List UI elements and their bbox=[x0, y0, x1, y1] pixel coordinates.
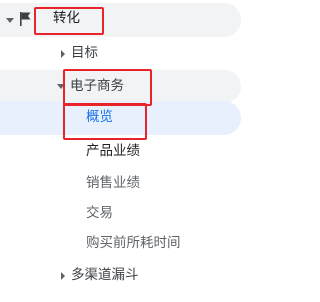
sidebar-item-label: 概览 bbox=[86, 109, 113, 125]
sidebar-item-label: 目标 bbox=[71, 45, 98, 61]
sidebar-item-label: 产品业绩 bbox=[86, 143, 140, 159]
sidebar-item-label: 转化 bbox=[53, 10, 80, 26]
sidebar-item-goals[interactable]: 目标 bbox=[0, 37, 248, 71]
sidebar-item-time-to-purchase[interactable]: 购买前所耗时间 bbox=[0, 227, 248, 261]
sidebar-item-label: 购买前所耗时间 bbox=[86, 235, 181, 251]
expand-arrow-icon bbox=[61, 50, 65, 58]
expand-arrow-icon bbox=[61, 272, 65, 280]
sidebar-item-label: 交易 bbox=[86, 205, 113, 221]
flag-icon bbox=[20, 12, 31, 26]
sidebar-item-transactions[interactable]: 交易 bbox=[0, 197, 248, 231]
expand-arrow-icon bbox=[57, 84, 65, 89]
sidebar-item-multi-channel-funnels[interactable]: 多渠道漏斗 bbox=[0, 259, 248, 293]
sidebar-item-sales-performance[interactable]: 销售业绩 bbox=[0, 167, 248, 201]
sidebar-item-ecommerce[interactable]: 电子商务 bbox=[0, 70, 241, 104]
sidebar-item-label: 销售业绩 bbox=[86, 175, 140, 191]
sidebar-nav: 转化 目标 电子商务 概览 产品业绩 销售业绩 交易 购买前所耗时间 多渠道漏斗 bbox=[0, 0, 248, 302]
sidebar-item-product-performance[interactable]: 产品业绩 bbox=[0, 135, 248, 169]
sidebar-item-label: 电子商务 bbox=[70, 78, 124, 94]
sidebar-item-overview[interactable]: 概览 bbox=[0, 101, 241, 135]
sidebar-item-label: 多渠道漏斗 bbox=[71, 267, 139, 283]
sidebar-item-conversions[interactable]: 转化 bbox=[0, 3, 241, 37]
expand-arrow-icon bbox=[6, 18, 14, 23]
